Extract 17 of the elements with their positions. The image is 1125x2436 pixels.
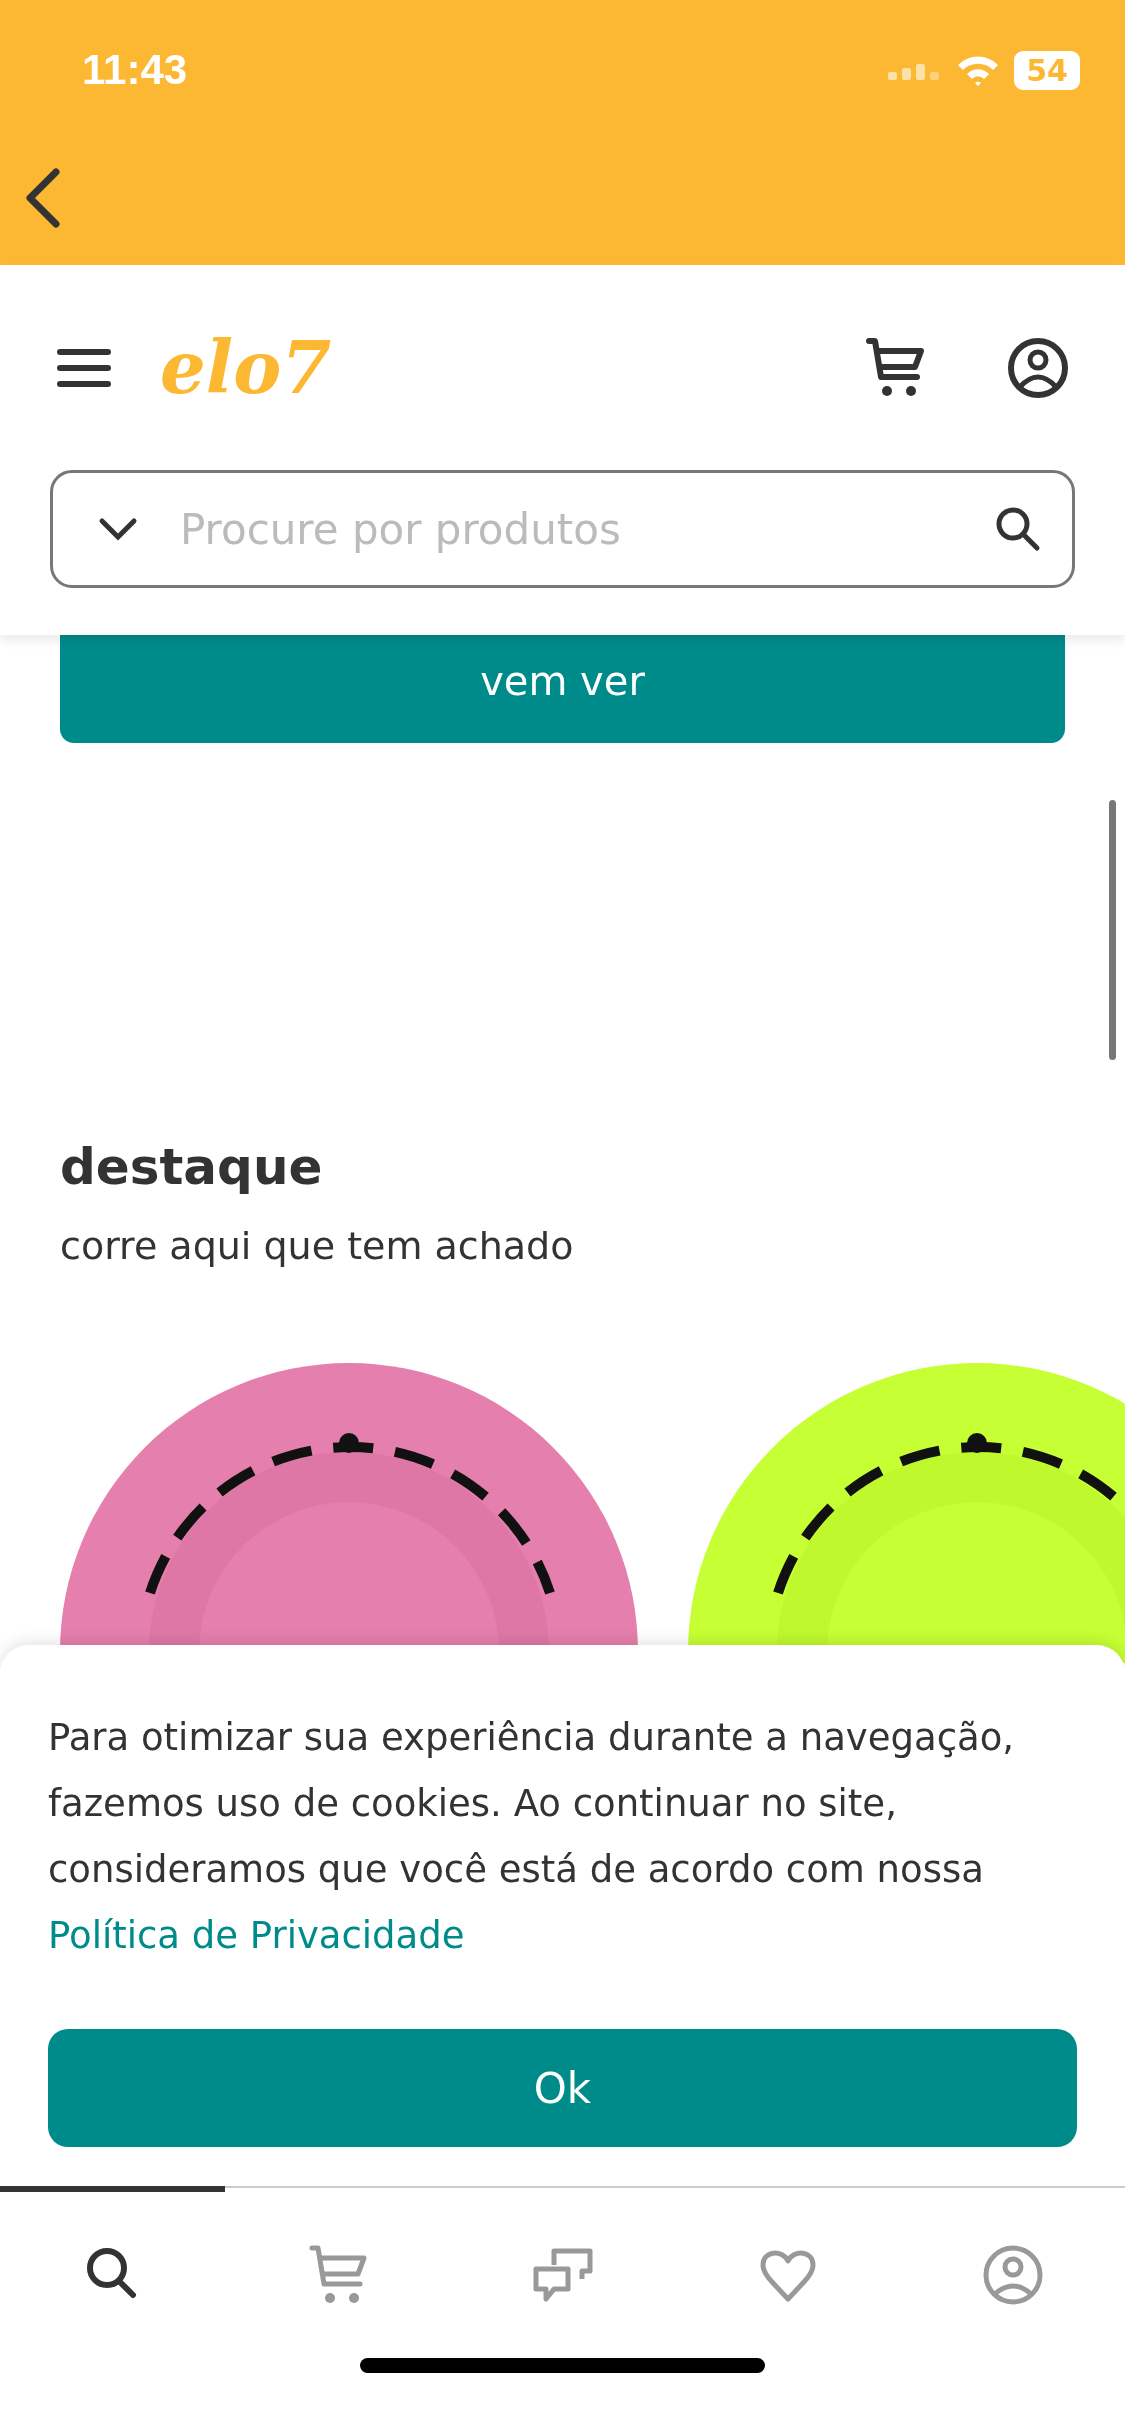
- ok-button[interactable]: Ok: [48, 2029, 1077, 2147]
- search-icon[interactable]: [994, 505, 1042, 553]
- cart-icon: [307, 2244, 368, 2306]
- battery-level: 54: [1014, 50, 1080, 90]
- account-icon: [981, 2244, 1044, 2306]
- privacy-link[interactable]: Política de Privacidade: [48, 1914, 465, 1957]
- cookie-text: Para otimizar sua experiência durante a navegação, fazemos uso de cookies. Ao continuar no site, consideramos que você está de acordo com nossa Política de Privacidade: [48, 1715, 1016, 1959]
- chevron-down-icon[interactable]: [98, 517, 138, 541]
- section-title: destaque: [60, 1138, 324, 1196]
- section-subtitle: corre aqui que tem achado: [60, 1224, 575, 1268]
- search-bar[interactable]: Procure por produtos: [50, 470, 1075, 588]
- banner-button[interactable]: vem ver: [60, 635, 1065, 743]
- status-time: 11:43: [82, 46, 188, 94]
- account-icon[interactable]: [1007, 336, 1069, 399]
- search-field[interactable]: Procure por produtos: [178, 503, 954, 555]
- cart-icon[interactable]: [865, 336, 925, 399]
- menu-icon[interactable]: [56, 347, 112, 388]
